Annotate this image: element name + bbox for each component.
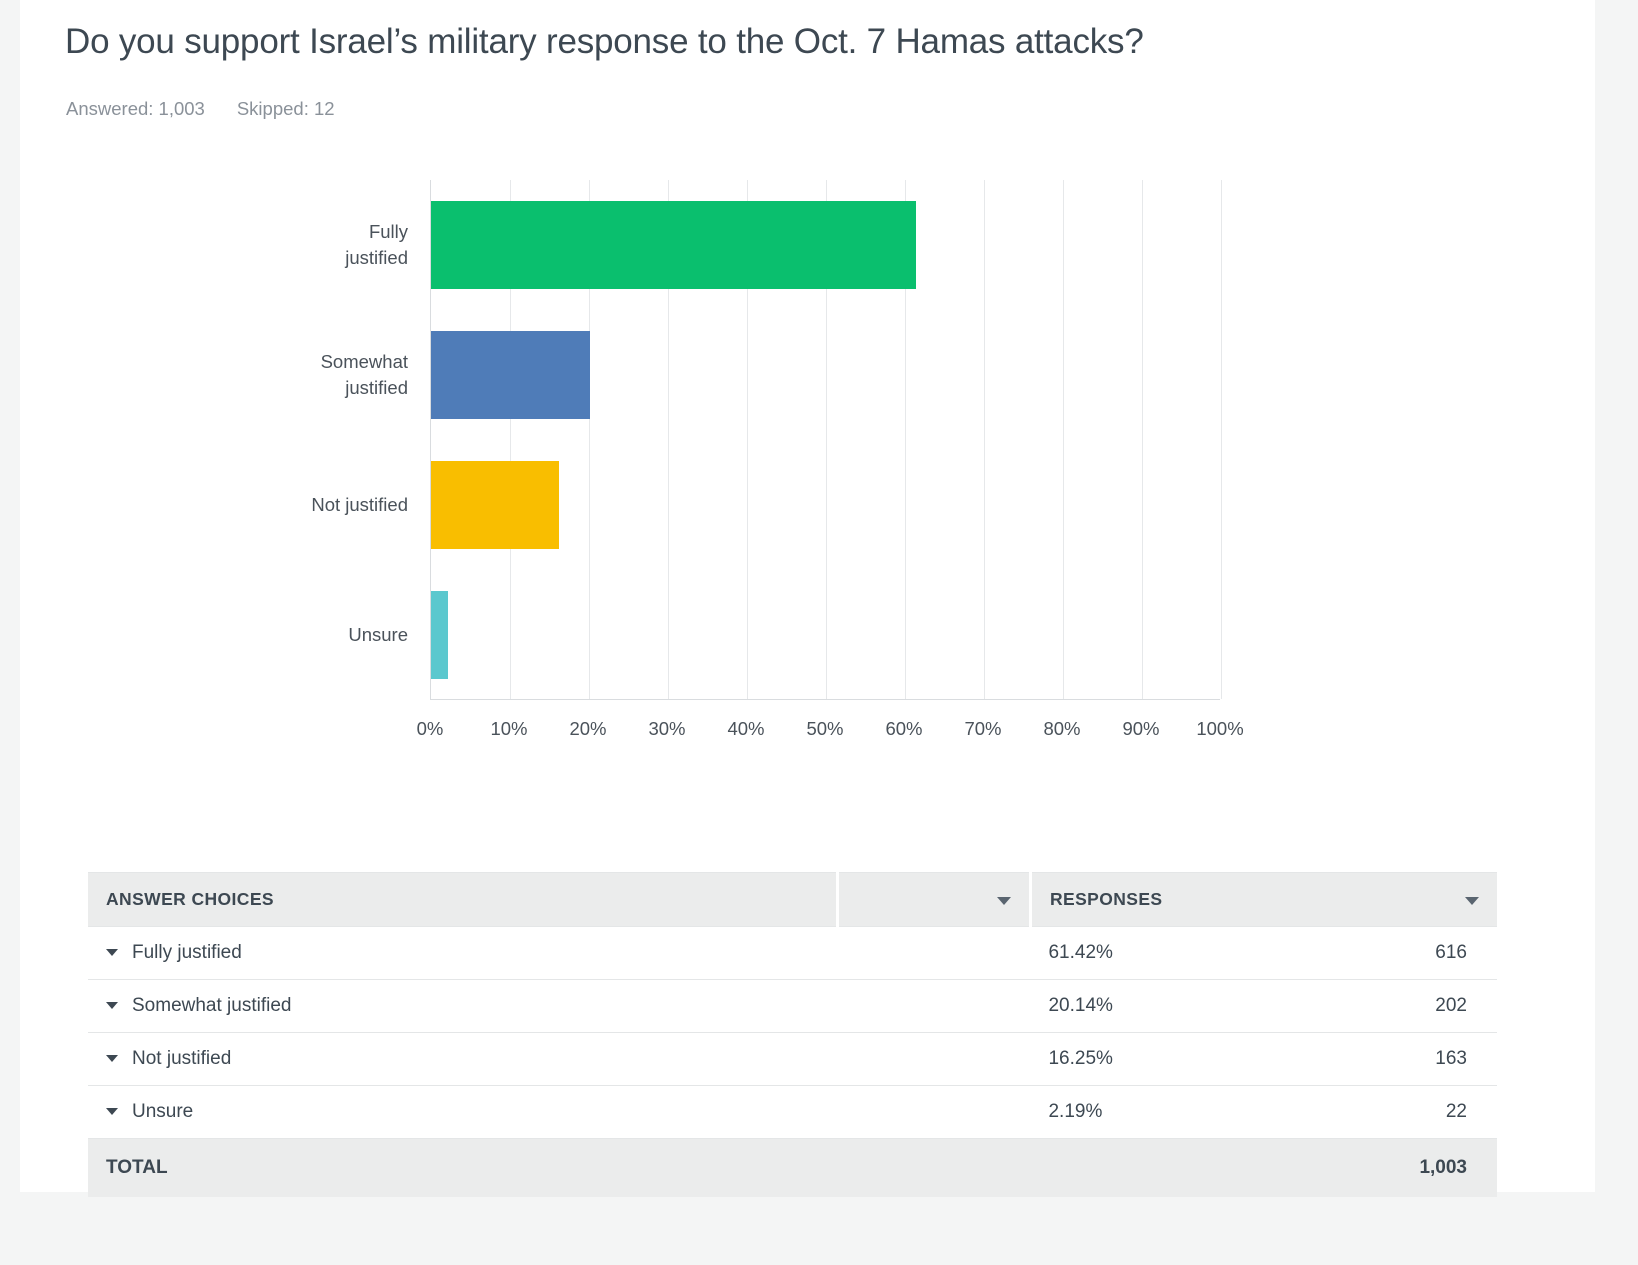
page-title: Do you support Israel’s military respons… (65, 22, 1144, 61)
results-bar-chart: Fully justified Somewhat justified Not justi… (20, 150, 1420, 770)
header-answer-choices: ANSWER CHOICES (88, 872, 839, 927)
expand-row-icon[interactable] (106, 1055, 118, 1062)
row-percent: 61.42% (1030, 926, 1397, 980)
table-row: Not justified 16.25% 163 (88, 1032, 1497, 1086)
row-choice-label: Not justified (132, 1048, 232, 1069)
chart-gridline (1221, 180, 1222, 699)
table-row: Unsure 2.19% 22 (88, 1085, 1497, 1139)
chart-bar-somewhat-justified (431, 331, 591, 419)
chart-x-tick-label: 60% (885, 718, 923, 739)
response-stats: Answered: 1,003 Skipped: 12 (66, 98, 335, 120)
row-choice-cell: Unsure (88, 1085, 1031, 1139)
header-responses: RESPONSES (1030, 872, 1397, 927)
table-row: Somewhat justified 20.14% 202 (88, 979, 1497, 1033)
bar-fill (431, 461, 560, 549)
chart-x-tick-label: 10% (490, 718, 528, 739)
chart-bar-fully-justified (431, 201, 917, 289)
chart-bar-not-justified (431, 461, 560, 549)
chart-gridline (984, 180, 985, 699)
row-choice-cell: Not justified (88, 1032, 1031, 1086)
table-header-row: ANSWER CHOICES RESPONSES (88, 872, 1497, 927)
table-row: Fully justified 61.42% 616 (88, 926, 1497, 980)
chart-x-tick-label: 0% (416, 718, 444, 739)
sort-responses-button[interactable] (1396, 872, 1497, 927)
row-count: 616 (1396, 926, 1497, 980)
row-choice-label: Fully justified (132, 942, 242, 963)
bar-fill (431, 591, 449, 679)
total-label: TOTAL (88, 1138, 1397, 1197)
chart-bar-unsure (431, 591, 449, 679)
expand-row-icon[interactable] (106, 949, 118, 956)
chart-x-tick-label: 90% (1122, 718, 1160, 739)
sort-answer-choices-button[interactable] (837, 872, 1032, 927)
chart-plot-area (430, 180, 1222, 700)
survey-results-page: Do you support Israel’s military respons… (0, 0, 1638, 1265)
expand-row-icon[interactable] (106, 1002, 118, 1009)
chart-category-label: Fully justified (345, 221, 408, 268)
chevron-down-icon (996, 897, 1011, 905)
chart-gridline (1142, 180, 1143, 699)
row-count: 163 (1396, 1032, 1497, 1086)
chart-category-label: Somewhat justified (320, 351, 408, 398)
question-card: Do you support Israel’s military respons… (20, 0, 1595, 1197)
row-count: 202 (1396, 979, 1497, 1033)
chart-gridline (1063, 180, 1064, 699)
expand-row-icon[interactable] (106, 1108, 118, 1115)
chart-category-label: Unsure (348, 624, 408, 646)
row-percent: 20.14% (1030, 979, 1397, 1033)
total-count: 1,003 (1396, 1138, 1497, 1197)
results-table: ANSWER CHOICES RESPONSES Fully justified… (88, 872, 1497, 1197)
chart-x-tick-label: 20% (569, 718, 607, 739)
header-responses-label: RESPONSES (1049, 889, 1163, 909)
chart-x-tick-label: 40% (727, 718, 765, 739)
row-choice-label: Unsure (132, 1101, 194, 1122)
table-total-row: TOTAL 1,003 (88, 1138, 1497, 1197)
row-choice-cell: Fully justified (88, 926, 1031, 980)
chart-x-tick-label: 70% (964, 718, 1002, 739)
chart-x-tick-label: 80% (1043, 718, 1081, 739)
skipped-count: Skipped: 12 (236, 98, 335, 119)
row-count: 22 (1396, 1085, 1497, 1139)
chart-x-tick-label: 50% (806, 718, 844, 739)
row-percent: 2.19% (1030, 1085, 1397, 1139)
chevron-down-icon (1465, 897, 1479, 905)
row-percent: 16.25% (1030, 1032, 1397, 1086)
chart-x-tick-label: 100% (1196, 718, 1244, 739)
chart-x-tick-label: 30% (648, 718, 686, 739)
row-choice-cell: Somewhat justified (88, 979, 1031, 1033)
chart-category-label: Not justified (311, 494, 408, 516)
row-choice-label: Somewhat justified (132, 995, 292, 1016)
bar-fill (431, 201, 917, 289)
bar-fill (431, 331, 591, 419)
answered-count: Answered: 1,003 (66, 98, 205, 119)
header-answer-choices-label: ANSWER CHOICES (106, 889, 274, 909)
